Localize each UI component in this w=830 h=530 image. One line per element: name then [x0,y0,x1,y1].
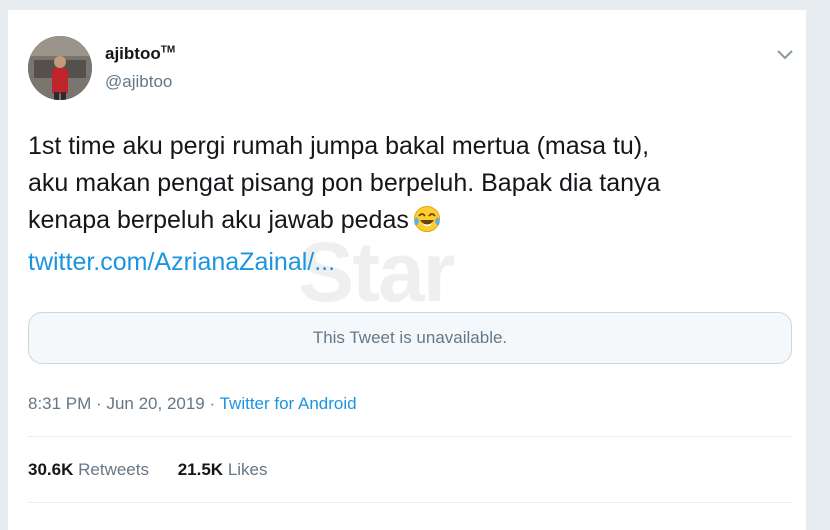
tweet-line: 1st time aku pergi rumah jumpa bakal mer… [28,132,650,160]
tweet-source-link[interactable]: Twitter for Android [220,394,357,413]
tweet-meta: 8:31 PM · Jun 20, 2019 · Twitter for And… [28,394,357,414]
display-name-text: ajibtoo [105,44,161,63]
meta-separator: · [209,394,216,413]
likes-label: Likes [227,460,268,479]
tweet-date[interactable]: Jun 20, 2019 [106,394,204,413]
user-handle[interactable]: @ajibtoo [105,72,172,92]
tweet-line: twitter.com/AzrianaZainal/... [28,244,798,281]
unavailable-message: This Tweet is unavailable. [312,328,508,347]
retweets-count: 30.6K [28,460,74,479]
retweets-label: Retweets [78,460,149,479]
display-name[interactable]: ajibtooTM [105,44,175,64]
meta-separator: · [96,394,102,413]
tweet-text: 1st time aku pergi rumah jumpa bakal mer… [28,128,798,281]
face-with-tears-of-joy-icon [413,205,441,244]
retweets-stat[interactable]: 30.6K Retweets [28,460,149,480]
tweet-stats: 30.6K Retweets 21.5K Likes [28,460,268,480]
tweet-time[interactable]: 8:31 PM [28,394,91,413]
tweet-link[interactable]: twitter.com/AzrianaZainal/... [28,248,335,276]
tweet-line-with-emoji: kenapa berpeluh aku jawab pedas [28,202,798,244]
quoted-tweet-unavailable: This Tweet is unavailable. [28,312,792,364]
divider [28,436,792,437]
likes-stat[interactable]: 21.5K Likes [178,460,268,480]
tweet-line: aku makan pengat pisang pon berpeluh. Ba… [28,169,661,197]
avatar-photo [28,36,92,100]
chevron-down-icon[interactable] [774,46,796,64]
tweet-card: ajibtooTM @ajibtoo Star 1st time aku per… [8,10,806,530]
tweet-line-text: kenapa berpeluh aku jawab pedas [28,206,409,234]
divider [28,502,792,503]
trademark-badge: TM [160,44,176,56]
likes-count: 21.5K [177,460,224,479]
avatar[interactable] [28,36,92,100]
